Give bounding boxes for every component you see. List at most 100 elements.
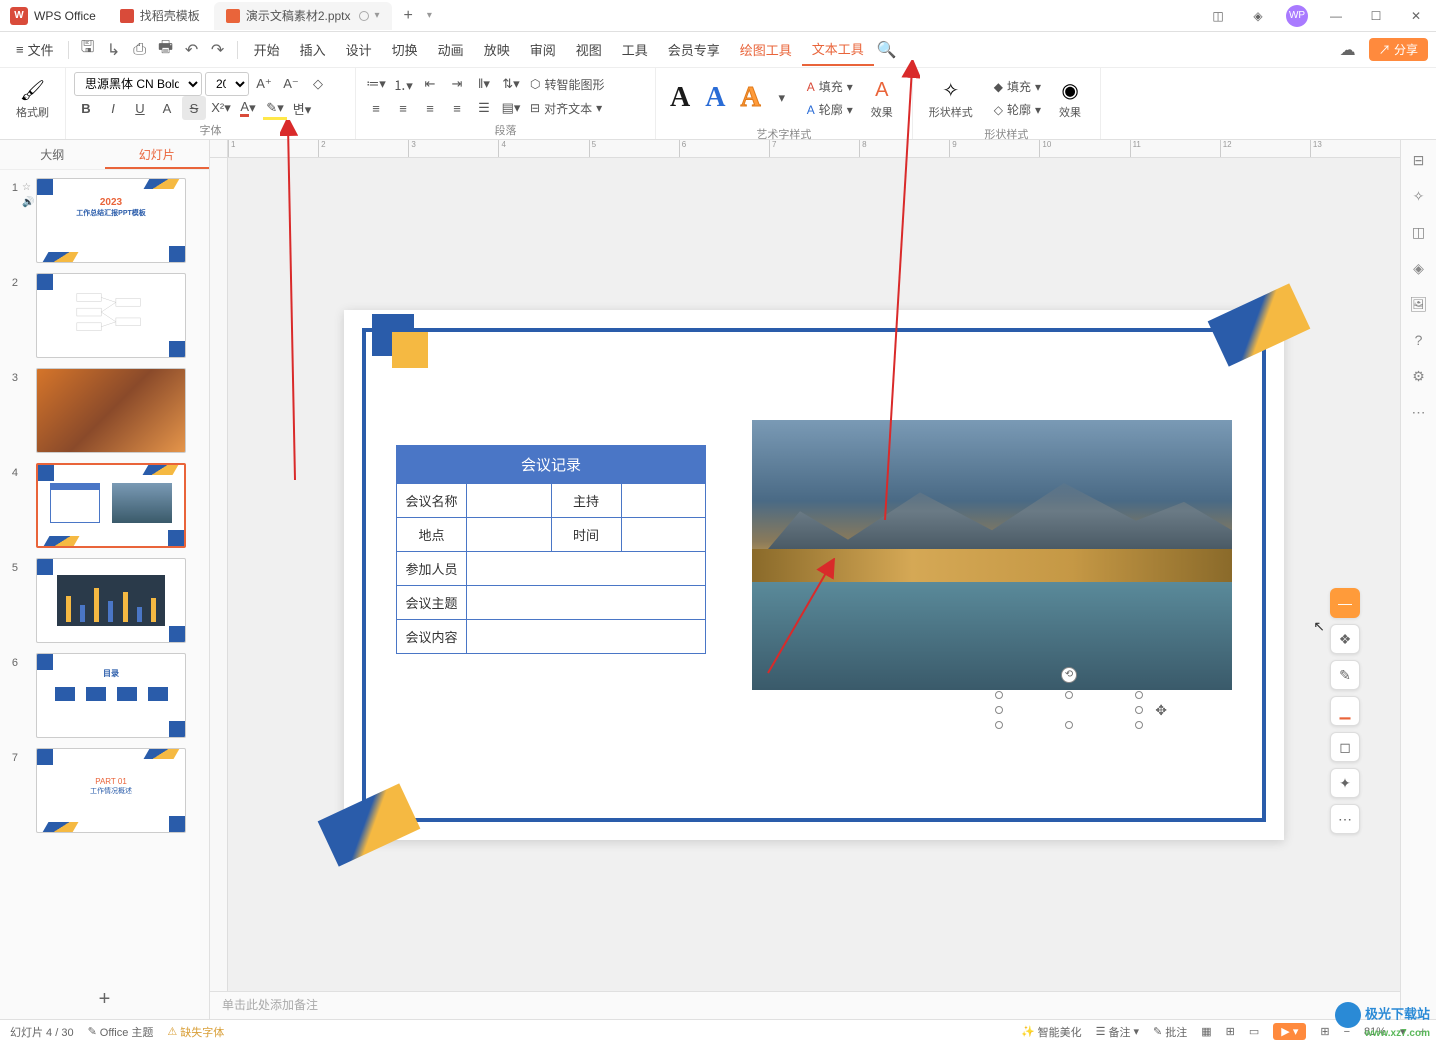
tab-slideshow[interactable]: 放映 (474, 34, 520, 65)
theme-button[interactable]: ✎ Office 主题 (88, 1024, 154, 1040)
save-icon[interactable]: 🖫 (75, 37, 101, 63)
avatar[interactable]: WP (1286, 5, 1308, 27)
thumb-row[interactable]: 4 (4, 463, 205, 548)
align-justify-button[interactable]: ≡ (445, 96, 469, 120)
redo-icon[interactable]: ↷ (205, 37, 231, 63)
print-preview-icon[interactable]: 🖶 (153, 37, 179, 63)
apps-icon[interactable]: ◫ (1198, 1, 1238, 31)
distribute-button[interactable]: ☰ (472, 96, 496, 120)
wordart-more-button[interactable]: ▾ (770, 86, 794, 110)
font-style-button[interactable]: A (155, 96, 179, 120)
tab-start[interactable]: 开始 (244, 34, 290, 65)
text-direction-button[interactable]: ⇅▾ (499, 72, 523, 96)
increase-font-button[interactable]: A⁺ (252, 72, 276, 96)
tab-document[interactable]: 演示文稿素材2.pptx ▾ (214, 2, 392, 30)
slides-tab[interactable]: 幻灯片 (105, 140, 210, 169)
magic-button[interactable]: ✦ (1330, 768, 1360, 798)
notes-area[interactable]: 单击此处添加备注 (210, 991, 1400, 1019)
tab-animation[interactable]: 动画 (428, 34, 474, 65)
wordart-style-1[interactable]: A (664, 82, 696, 114)
text-outline-button[interactable]: A轮廓▾ (803, 99, 857, 120)
shape-style-button[interactable]: ✧ 形状样式 (921, 72, 981, 124)
clear-format-button[interactable]: ◇ (306, 72, 330, 96)
tab-review[interactable]: 审阅 (520, 34, 566, 65)
thumbnail[interactable] (36, 368, 186, 453)
undo-icon[interactable]: ↶ (179, 37, 205, 63)
shape-effects-button[interactable]: ◉ 效果 (1048, 72, 1092, 124)
tab-templates[interactable]: 找稻壳模板 (108, 2, 212, 30)
rotate-handle[interactable]: ⟲ (1061, 667, 1077, 683)
selected-textbox[interactable]: ⟲ XXX公司出品 ✥ (999, 695, 1139, 725)
wordart-style-3[interactable]: A (734, 82, 766, 114)
highlight-button[interactable]: ✎▾ (263, 96, 287, 120)
tab-insert[interactable]: 插入 (290, 34, 336, 65)
line-spacing-button[interactable]: ‖▾ (472, 72, 496, 96)
rail-help-icon[interactable]: ? (1409, 330, 1429, 350)
resize-handle[interactable] (1065, 691, 1073, 699)
decrease-font-button[interactable]: A⁻ (279, 72, 303, 96)
superscript-button[interactable]: X²▾ (209, 96, 233, 120)
format-painter-button[interactable]: 🖌 格式刷 (8, 72, 57, 124)
outline-tab[interactable]: 大纲 (0, 140, 105, 169)
font-size-select[interactable]: 20 (205, 72, 249, 96)
cube-icon[interactable]: ◈ (1238, 1, 1278, 31)
strikethrough-button[interactable]: S (182, 96, 206, 120)
tab-member[interactable]: 会员专享 (658, 34, 730, 65)
add-slide-button[interactable]: + (0, 980, 209, 1019)
align-text-button[interactable]: ⊟对齐文本▾ (526, 98, 606, 119)
rail-collapse-icon[interactable]: ⊟ (1409, 150, 1429, 170)
meeting-table[interactable]: 会议记录 会议名称主持 地点时间 参加人员 会议主题 会议内容 (396, 445, 706, 654)
comments-button[interactable]: ✎ 批注 (1153, 1024, 1187, 1040)
convert-smart-button[interactable]: ⬡转智能图形 (526, 74, 609, 95)
more-button[interactable]: ⋯ (1330, 804, 1360, 834)
missing-font-warning[interactable]: ⚠ 缺失字体 (167, 1024, 224, 1040)
thumb-row[interactable]: 2 (4, 273, 205, 358)
rail-image-icon[interactable]: 🖼 (1409, 294, 1429, 314)
cloud-icon[interactable]: ☁ (1335, 37, 1361, 63)
slide-image[interactable] (752, 420, 1232, 690)
thumbnail[interactable]: 2023 工作总结汇报PPT模板 (36, 178, 186, 263)
menu-toggle-button[interactable]: ≡ 文件 (8, 36, 62, 63)
tab-view[interactable]: 视图 (566, 34, 612, 65)
view-reading-button[interactable]: ▭ (1249, 1025, 1259, 1038)
tab-overflow-icon[interactable]: ▾ (423, 10, 436, 21)
thumb-row[interactable]: 5 (4, 558, 205, 643)
char-spacing-button[interactable]: 변▾ (290, 96, 314, 120)
underline-button[interactable]: U (128, 96, 152, 120)
thumb-row[interactable]: 1 ☆🔊 2023 工作总结汇报PPT模板 (4, 178, 205, 263)
resize-handle[interactable] (995, 691, 1003, 699)
tab-text-tools[interactable]: 文本工具 (802, 33, 874, 66)
tab-drawing-tools[interactable]: 绘图工具 (730, 34, 802, 65)
wordart-style-2[interactable]: A (699, 82, 731, 114)
move-icon[interactable]: ✥ (1155, 702, 1167, 719)
slide[interactable]: 会议记录 会议名称主持 地点时间 参加人员 会议主题 会议内容 ⟲ (344, 310, 1284, 840)
thumb-row[interactable]: 7 PART 01 工作情况概述 (4, 748, 205, 833)
rail-sparkle-icon[interactable]: ✧ (1409, 186, 1429, 206)
align-right-button[interactable]: ≡ (418, 96, 442, 120)
resize-handle[interactable] (1135, 721, 1143, 729)
thumb-row[interactable]: 3 (4, 368, 205, 453)
rail-animation-icon[interactable]: ◈ (1409, 258, 1429, 278)
bold-button[interactable]: B (74, 96, 98, 120)
tab-transition[interactable]: 切换 (382, 34, 428, 65)
thumbnail[interactable]: 目录 (36, 653, 186, 738)
tab-menu-icon[interactable]: ▾ (375, 10, 380, 21)
resize-handle[interactable] (995, 721, 1003, 729)
grid-button[interactable]: ⊞ (1320, 1025, 1329, 1038)
play-button[interactable]: ▶ ▾ (1273, 1023, 1306, 1040)
columns-button[interactable]: ▤▾ (499, 96, 523, 120)
layers-button[interactable]: ❖ (1330, 624, 1360, 654)
thumbnail[interactable]: PART 01 工作情况概述 (36, 748, 186, 833)
rail-more-icon[interactable]: ⋯ (1409, 402, 1429, 422)
notes-button[interactable]: ☰ 备注 ▾ (1096, 1024, 1139, 1040)
shape-fill-button[interactable]: ◆填充▾ (990, 76, 1045, 97)
tab-tools[interactable]: 工具 (612, 34, 658, 65)
font-color-button[interactable]: A▾ (236, 96, 260, 120)
view-normal-button[interactable]: ▦ (1201, 1025, 1211, 1038)
share-button[interactable]: ↗ 分享 (1369, 38, 1428, 61)
bullets-button[interactable]: ≔▾ (364, 72, 388, 96)
minimize-button[interactable]: — (1316, 1, 1356, 31)
align-left-button[interactable]: ≡ (364, 96, 388, 120)
canvas[interactable]: 会议记录 会议名称主持 地点时间 参加人员 会议主题 会议内容 ⟲ (228, 158, 1400, 991)
thumbnail-active[interactable] (36, 463, 186, 548)
